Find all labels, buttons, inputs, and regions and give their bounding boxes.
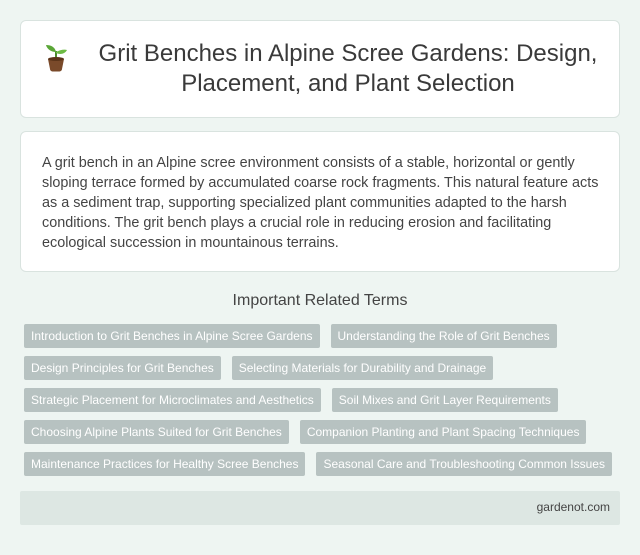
related-terms-heading: Important Related Terms [232, 292, 408, 309]
description-card: A grit bench in an Alpine scree environm… [20, 131, 620, 272]
description-text: A grit bench in an Alpine scree environm… [42, 155, 599, 251]
related-terms-list: Introduction to Grit Benches in Alpine S… [20, 324, 620, 484]
related-term-tag[interactable]: Choosing Alpine Plants Suited for Grit B… [24, 420, 289, 444]
related-term-tag[interactable]: Companion Planting and Plant Spacing Tec… [299, 420, 587, 444]
related-term-tag[interactable]: Strategic Placement for Microclimates an… [24, 388, 321, 412]
related-term-tag[interactable]: Soil Mixes and Grit Layer Requirements [331, 388, 558, 412]
related-term-tag[interactable]: Seasonal Care and Troubleshooting Common… [316, 452, 612, 476]
related-term-tag[interactable]: Understanding the Role of Grit Benches [330, 324, 557, 348]
footer-site-link[interactable]: gardenot.com [537, 500, 610, 514]
related-term-tag[interactable]: Selecting Materials for Durability and D… [231, 356, 494, 380]
page-title: Grit Benches in Alpine Scree Gardens: De… [98, 40, 598, 97]
related-term-tag[interactable]: Introduction to Grit Benches in Alpine S… [24, 324, 320, 348]
footer: gardenot.com [20, 491, 620, 525]
related-term-tag[interactable]: Maintenance Practices for Healthy Scree … [24, 452, 306, 476]
related-term-tag[interactable]: Design Principles for Grit Benches [24, 356, 221, 380]
sprout-icon [46, 45, 67, 72]
title-card: Grit Benches in Alpine Scree Gardens: De… [20, 20, 620, 118]
title-wrap: Grit Benches in Alpine Scree Gardens: De… [21, 21, 619, 117]
